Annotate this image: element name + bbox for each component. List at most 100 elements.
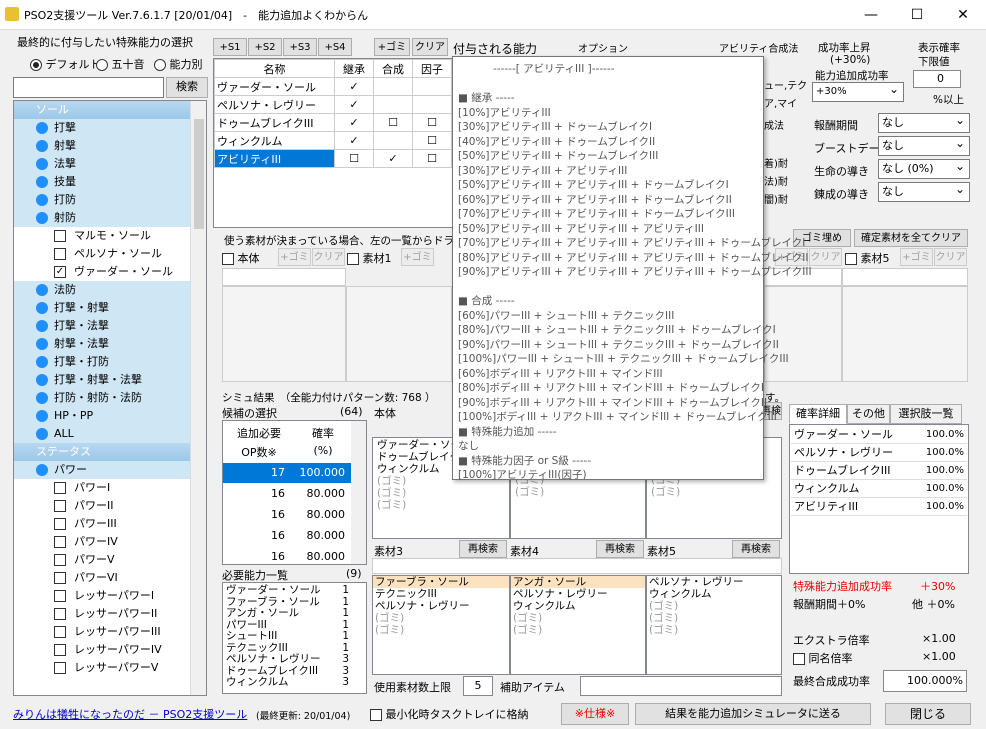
tree-row[interactable]: レッサーパワーI xyxy=(14,587,204,605)
cell-factor[interactable] xyxy=(412,77,452,96)
tree-row[interactable]: 射撃 xyxy=(14,137,204,155)
candidate-list[interactable]: 追加必要 確率 OP数※ (%) 17 100.000 16 80.000 16 80.000… xyxy=(222,420,367,565)
tree-row[interactable]: 法撃 xyxy=(14,155,204,173)
minimize-button[interactable]: — xyxy=(848,0,894,30)
tree-row[interactable]: 打防 xyxy=(14,191,204,209)
mat5-checkbox[interactable]: 素材5 xyxy=(845,250,890,266)
cell-synth[interactable] xyxy=(373,95,413,114)
clear-button[interactable]: クリア xyxy=(412,38,448,56)
ability-row[interactable]: ウィンクルム ✓ ☐ xyxy=(214,131,452,150)
mat5-clear-button[interactable]: クリア xyxy=(934,248,967,266)
tree-row[interactable]: 打撃・射撃・法撃 xyxy=(14,371,204,389)
tree-row[interactable]: 技量 xyxy=(14,173,204,191)
mat1-material-slot[interactable] xyxy=(346,286,452,382)
cell-factor[interactable] xyxy=(412,95,452,114)
slot-button-1[interactable]: +S1 xyxy=(213,38,247,56)
tree-row[interactable]: レッサーパワーII xyxy=(14,605,204,623)
same-name-checkbox[interactable]: 同名倍率 xyxy=(793,650,853,666)
life-select[interactable]: なし (0%) xyxy=(878,159,970,179)
slot-button-3[interactable]: +S3 xyxy=(283,38,317,56)
tab-rate-detail[interactable]: 確率詳細 xyxy=(789,404,847,424)
tray-checkbox[interactable]: 最小化時タスクトレイに格納 xyxy=(370,706,529,722)
tab-other[interactable]: その他 xyxy=(847,404,890,424)
close-window-button[interactable]: ✕ xyxy=(940,0,986,30)
body-clear-button[interactable]: クリア xyxy=(312,248,345,266)
mat1-checkbox[interactable]: 素材1 xyxy=(347,250,392,266)
cell-synth[interactable]: ☐ xyxy=(373,113,413,132)
tree-row[interactable]: ステータス xyxy=(14,443,204,461)
search-input[interactable] xyxy=(13,77,164,98)
cell-inherit[interactable]: ✓ xyxy=(334,113,374,132)
tree-row[interactable]: HP・PP xyxy=(14,407,204,425)
maximize-button[interactable]: ☐ xyxy=(894,0,940,30)
tree-row[interactable]: ✓ ヴァーダー・ソール xyxy=(14,263,204,281)
close-button[interactable]: 閉じる xyxy=(885,703,971,725)
cell-factor[interactable]: ☐ xyxy=(412,131,452,150)
spec-button[interactable]: ※仕様※ xyxy=(561,703,629,725)
tree-row[interactable]: マルモ・ソール xyxy=(14,227,204,245)
ability-row[interactable]: ドゥームブレイクIII ✓ ☐ ☐ xyxy=(214,113,452,132)
mat4-research-button[interactable]: 再検索 xyxy=(596,540,644,558)
lower-input[interactable]: 0 xyxy=(913,70,961,88)
tree-scrollbar[interactable] xyxy=(190,101,206,695)
sort-ability-radio[interactable]: 能力別 xyxy=(154,56,203,72)
tree-row[interactable]: ソール xyxy=(14,101,204,119)
tree-row[interactable]: 打撃・法撃 xyxy=(14,317,204,335)
sort-gojuon-radio[interactable]: 五十音 xyxy=(96,56,145,72)
tree-row[interactable]: 打撃・射撃 xyxy=(14,299,204,317)
body-checkbox[interactable]: 本体 xyxy=(222,250,260,266)
tree-row[interactable]: ペルソナ・ソール xyxy=(14,245,204,263)
cell-factor[interactable]: ☐ xyxy=(412,113,452,132)
cell-synth[interactable] xyxy=(373,77,413,96)
tree-row[interactable]: レッサーパワーIII xyxy=(14,623,204,641)
ability-grid[interactable]: 名称 継承 合成 因子 ヴァーダー・ソール ✓ ペルソナ・レヴリー ✓ ドゥームブレイクIII… xyxy=(213,58,453,228)
cell-inherit[interactable]: ✓ xyxy=(334,131,374,150)
tree-row[interactable]: 法防 xyxy=(14,281,204,299)
mat5-gomi-button[interactable]: +ゴミ xyxy=(900,248,933,266)
mat5-research-button[interactable]: 再検索 xyxy=(732,540,780,558)
aux-input[interactable] xyxy=(580,676,782,696)
ability-row[interactable]: ペルソナ・レヴリー ✓ xyxy=(214,95,452,114)
tree-row[interactable]: 射撃・法撃 xyxy=(14,335,204,353)
cell-synth[interactable] xyxy=(373,131,413,150)
tree-row[interactable]: レッサーパワーIV xyxy=(14,641,204,659)
sort-default-radio[interactable]: デフォルト xyxy=(30,56,101,72)
slot-button-4[interactable]: +S4 xyxy=(318,38,352,56)
body-gomi-button[interactable]: +ゴミ xyxy=(278,248,311,266)
tree-row[interactable]: ALL xyxy=(14,425,204,443)
candidate-row[interactable]: 16 80.000 xyxy=(223,547,351,564)
tree-row[interactable]: 射防 xyxy=(14,209,204,227)
ability-tree[interactable]: ソール 打撃 射撃 法撃 技量 打防 射防 マルモ・ソール ペルソナ・ソール ✓ ヴァーダー・ソール… xyxy=(13,100,207,696)
max-input[interactable]: 5 xyxy=(463,676,493,696)
mat1-gomi-button[interactable]: +ゴミ xyxy=(401,248,434,266)
slot-button-2[interactable]: +S2 xyxy=(248,38,282,56)
ability-row[interactable]: アビリティIII ☐ ✓ ☐ xyxy=(214,149,452,168)
forge-select[interactable]: なし xyxy=(878,182,970,202)
mat3-research-button[interactable]: 再検索 xyxy=(459,540,507,558)
cell-factor[interactable]: ☐ xyxy=(412,149,452,168)
search-button[interactable]: 検索 xyxy=(166,77,208,98)
cell-inherit[interactable]: ✓ xyxy=(334,77,374,96)
candidate-row[interactable]: 16 80.000 xyxy=(223,484,351,504)
tree-row[interactable]: 打防・射防・法防 xyxy=(14,389,204,407)
tree-row[interactable]: レッサーパワーV xyxy=(14,659,204,677)
candidate-row[interactable]: 17 100.000 xyxy=(223,463,351,483)
tree-row[interactable]: パワーIV xyxy=(14,533,204,551)
tree-row[interactable]: パワーV xyxy=(14,551,204,569)
cell-inherit[interactable]: ☐ xyxy=(334,149,374,168)
ability-row[interactable]: ヴァーダー・ソール ✓ xyxy=(214,77,452,96)
add-rate-select[interactable]: +30% xyxy=(812,82,904,102)
tree-row[interactable]: パワーI xyxy=(14,479,204,497)
tree-row[interactable]: パワーII xyxy=(14,497,204,515)
cand-scrollbar[interactable] xyxy=(351,421,366,564)
clear-all-button[interactable]: 確定素材を全てクリア xyxy=(854,229,968,247)
send-simulator-button[interactable]: 結果を能力追加シミュレータに送る xyxy=(635,703,871,725)
candidate-row[interactable]: 16 80.000 xyxy=(223,526,351,546)
footer-link[interactable]: みりんは犠牲になったのだ － PSO2支援ツール xyxy=(13,706,247,722)
tree-row[interactable]: 打撃 xyxy=(14,119,204,137)
boost-select[interactable]: なし xyxy=(878,136,970,156)
tree-row[interactable]: パワー xyxy=(14,461,204,479)
tab-choices[interactable]: 選択肢一覧 xyxy=(890,404,962,424)
body-material-slot[interactable] xyxy=(222,286,346,382)
reward-select[interactable]: なし xyxy=(878,113,970,133)
